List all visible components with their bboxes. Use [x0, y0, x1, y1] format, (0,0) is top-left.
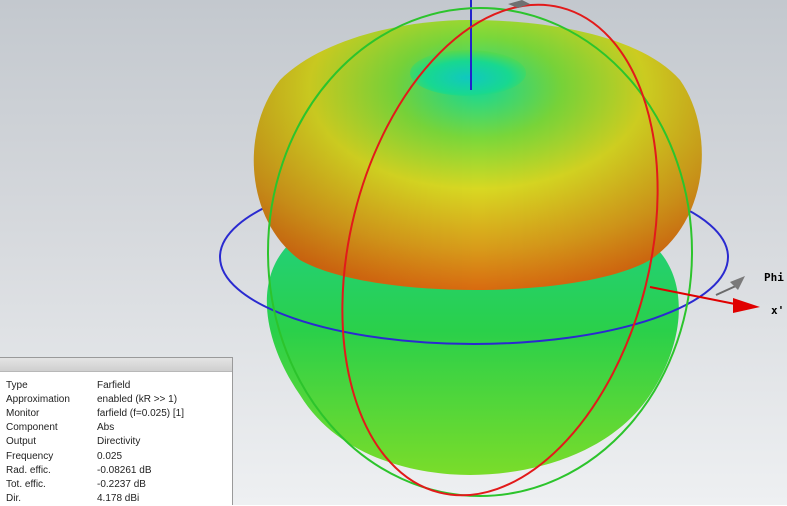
- info-value: farfield (f=0.025) [1]: [97, 407, 184, 419]
- info-value: Farfield: [97, 379, 131, 391]
- info-row-monitor: Monitor farfield (f=0.025) [1]: [6, 406, 232, 420]
- info-row-approximation: Approximation enabled (kR >> 1): [6, 392, 232, 406]
- info-value: 0.025: [97, 450, 123, 462]
- info-key: Tot. effic.: [6, 478, 46, 490]
- info-panel-titlebar[interactable]: [0, 358, 232, 372]
- info-key: Dir.: [6, 493, 21, 505]
- info-row-dir: Dir. 4.178 dBi: [6, 492, 232, 506]
- pattern-top-dimple: [410, 50, 526, 96]
- info-key: Type: [6, 379, 28, 391]
- info-value: -0.2237 dB: [97, 478, 146, 490]
- info-key: Approximation: [6, 393, 70, 405]
- info-row-frequency: Frequency 0.025: [6, 449, 232, 463]
- x-axis-label: x': [771, 304, 785, 317]
- info-row-tot-effic: Tot. effic. -0.2237 dB: [6, 477, 232, 491]
- info-row-rad-effic: Rad. effic. -0.08261 dB: [6, 463, 232, 477]
- info-rows: Type Farfield Approximation enabled (kR …: [0, 372, 232, 506]
- info-key: Component: [6, 422, 58, 434]
- farfield-info-panel: Type Farfield Approximation enabled (kR …: [0, 357, 233, 505]
- info-key: Frequency: [6, 450, 54, 462]
- x-axis-arrowhead: [733, 298, 760, 313]
- info-value: enabled (kR >> 1): [97, 393, 178, 405]
- phi-axis-label: Phi: [764, 271, 784, 284]
- info-row-output: Output Directivity: [6, 435, 232, 449]
- info-key: Monitor: [6, 407, 40, 419]
- info-value: Directivity: [97, 436, 141, 448]
- theta-marker-arrowhead: [508, 0, 530, 8]
- info-key: Rad. effic.: [6, 464, 51, 476]
- info-value: 4.178 dBi: [97, 493, 140, 505]
- info-row-component: Component Abs: [6, 421, 232, 435]
- info-value: Abs: [97, 422, 115, 434]
- info-key: Output: [6, 436, 37, 448]
- info-row-type: Type Farfield: [6, 378, 232, 392]
- info-value: -0.08261 dB: [97, 464, 152, 476]
